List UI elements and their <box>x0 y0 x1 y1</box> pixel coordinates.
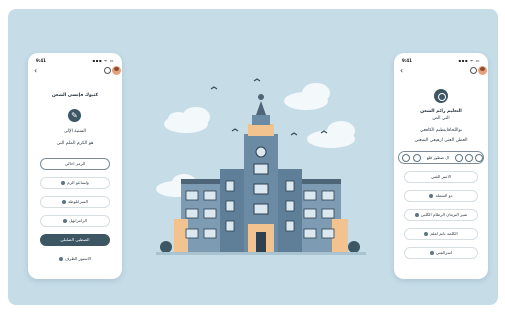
right-phone-screen: 9:41 ▪▪▪ ᯤ ▭ ‹ التعليم رائم الشعن الني ا… <box>394 53 488 279</box>
category-chip-icon[interactable] <box>413 154 421 162</box>
status-signal-icon: ▪▪▪ ᯤ ▭ <box>458 58 480 63</box>
option-label: ولساعو الرم <box>67 180 89 185</box>
option-button-selected[interactable]: الصطيي الصلبلي <box>40 234 110 246</box>
screen-title: التعليم رائم الشعن <box>420 109 462 114</box>
settings-icon[interactable] <box>470 67 477 74</box>
dot-icon <box>429 251 434 255</box>
option-label: الاستور الطرف <box>64 256 92 261</box>
option-label: الكلمه تانم لعلم <box>430 231 458 236</box>
category-chip-icon[interactable] <box>455 154 463 162</box>
category-label: ال صطور قلع <box>426 155 450 160</box>
option-button[interactable]: ولساعو الرم <box>40 177 110 189</box>
option-button[interactable]: الرمز اخالي <box>40 158 110 170</box>
info-line: العطن العني ارهيعي الشعني <box>414 138 468 143</box>
status-bar: 9:41 ▪▪▪ ᯤ ▭ <box>402 58 480 64</box>
option-label: الصطيي الصلبلي <box>60 237 90 242</box>
dot-icon <box>61 181 66 185</box>
option-label: دو الشعلة <box>435 193 453 198</box>
screen-title: كنبوك فإنسي الشعن <box>51 93 99 98</box>
avatar[interactable] <box>112 66 121 75</box>
screen-subtitle: السنية الإلى <box>63 129 87 134</box>
dot-icon <box>63 219 68 223</box>
canvas-background: 9:41 ▪▪▪ ᯤ ▭ ‹ كنبوك فإنسي الشعن السنية … <box>8 9 498 305</box>
category-chip-icon[interactable] <box>465 154 473 162</box>
status-bar: 9:41 ▪▪▪ ᯤ ▭ <box>36 58 114 64</box>
option-label: الرامرانهل <box>69 218 87 223</box>
dot-icon <box>414 213 419 217</box>
option-button[interactable]: شير الترمان الرطام الكلبي <box>404 209 478 221</box>
option-button[interactable]: السرابلوطة <box>40 196 110 208</box>
settings-icon[interactable] <box>104 67 111 74</box>
left-phone-screen: 9:41 ▪▪▪ ᯤ ▭ ‹ كنبوك فإنسي الشعن السنية … <box>28 53 122 279</box>
back-icon[interactable]: ‹ <box>400 67 403 75</box>
category-chip-icon[interactable] <box>475 154 483 162</box>
option-label: الرمز اخالي <box>64 161 86 166</box>
edit-icon[interactable] <box>68 109 81 122</box>
section-heading: هو الكرم الملم الني <box>56 141 94 146</box>
category-chip-icon[interactable] <box>402 154 410 162</box>
avatar[interactable] <box>478 66 487 75</box>
dot-icon <box>58 257 63 261</box>
screen-subtitle: الني الص <box>432 116 450 121</box>
dot-icon <box>424 232 429 236</box>
category-selector[interactable]: ال صطور قلع <box>398 151 484 164</box>
option-label: الاسر الفني <box>430 174 451 179</box>
option-label: السرابلوطة <box>68 199 88 204</box>
back-icon[interactable]: ‹ <box>34 67 37 75</box>
option-button[interactable]: الاسر الفني <box>404 171 478 183</box>
option-button[interactable]: اسرالفتي <box>404 247 478 259</box>
option-button[interactable]: دو الشعلة <box>404 190 478 202</box>
info-line: بواللحاقاينطبم الكافعي <box>419 128 463 133</box>
status-signal-icon: ▪▪▪ ᯤ ▭ <box>92 58 114 63</box>
dot-icon <box>62 200 67 204</box>
school-building-illustration <box>156 78 366 255</box>
logo-icon <box>434 89 448 103</box>
option-button[interactable]: الاستور الطرف <box>40 253 110 265</box>
option-label: اسرالفتي <box>435 250 453 255</box>
option-button[interactable]: الكلمه تانم لعلم <box>404 228 478 240</box>
option-label: شير الترمان الرطام الكلبي <box>420 212 468 217</box>
option-button[interactable]: الرامرانهل <box>40 215 110 227</box>
status-time: 9:41 <box>402 58 412 63</box>
dot-icon <box>429 194 434 198</box>
status-time: 9:41 <box>36 58 46 63</box>
